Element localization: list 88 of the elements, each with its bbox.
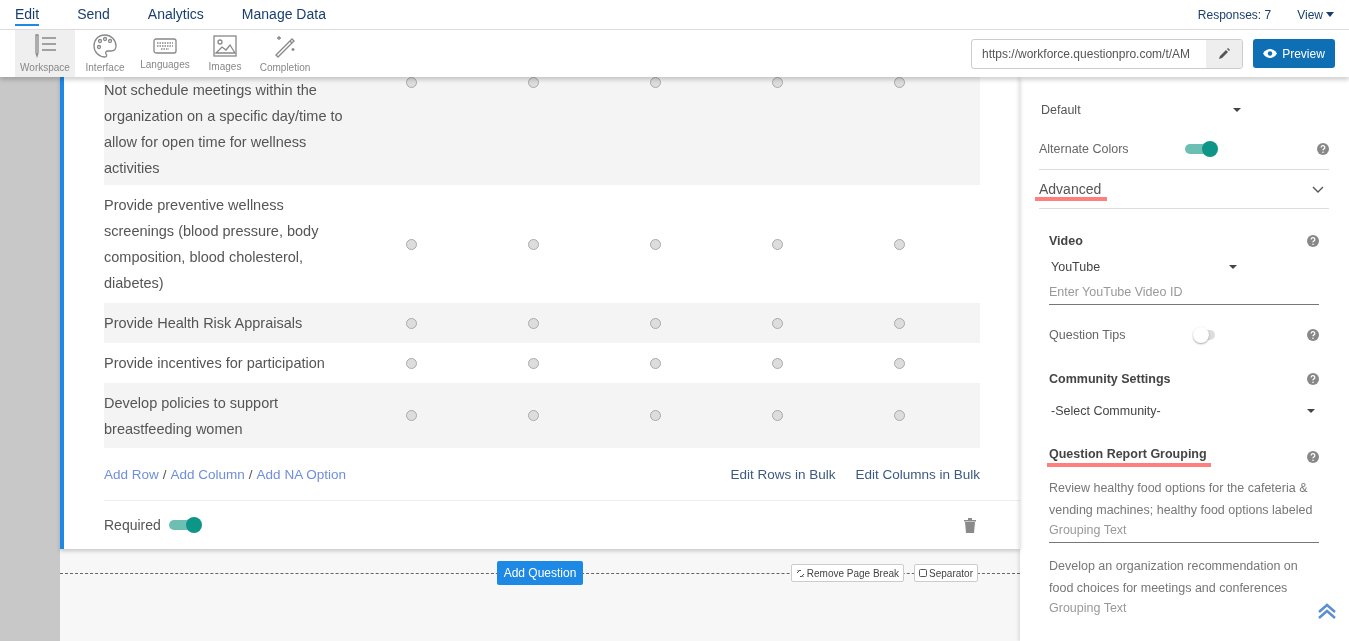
menu-tab[interactable]: Edit — [15, 3, 40, 26]
wand-icon — [273, 34, 297, 58]
radio-button[interactable] — [893, 317, 905, 329]
bulk-edit-link[interactable]: Edit Rows in Bulk — [730, 466, 836, 482]
menu-tab[interactable]: Analytics — [147, 3, 204, 26]
menu-tab[interactable]: Manage Data — [241, 3, 326, 26]
community-dropdown[interactable]: -Select Community- — [1049, 393, 1319, 429]
toolbar-button[interactable]: Completion — [255, 30, 315, 77]
remove-page-break-button[interactable]: Remove Page Break — [790, 564, 905, 582]
radio-button[interactable] — [771, 77, 783, 88]
trash-icon[interactable] — [964, 517, 976, 533]
video-id-field[interactable]: Enter YouTube Video ID — [1049, 279, 1319, 305]
alternate-colors-toggle[interactable] — [1185, 144, 1215, 154]
radio-button[interactable] — [771, 317, 783, 329]
grouping-item-text: Develop an organization recommendation on food choices for meetings and conferences — [1049, 558, 1299, 597]
eye-icon — [1263, 49, 1278, 58]
radio-button[interactable] — [405, 357, 417, 369]
radio-button[interactable] — [527, 238, 539, 250]
radio-button[interactable] — [527, 317, 539, 329]
grouping-text-field[interactable]: Grouping Text — [1049, 595, 1319, 621]
menu-tab[interactable]: Send — [77, 3, 110, 26]
radio-button[interactable] — [893, 77, 905, 88]
toolbar-button[interactable]: Images — [195, 30, 255, 77]
grouping-text-field[interactable]: Grouping Text — [1049, 517, 1319, 543]
palette-icon — [93, 34, 117, 58]
radio-button[interactable] — [893, 238, 905, 250]
row-label: Provide preventive wellness screenings (blood pressure, body composition, blood cholesterol, diabetes) — [104, 196, 320, 293]
list-icon — [32, 34, 58, 58]
add-question-button[interactable]: Add Question — [496, 561, 584, 585]
radio-button[interactable] — [649, 77, 661, 88]
square-icon — [919, 569, 928, 577]
separator-button[interactable]: Separator — [914, 564, 978, 582]
survey-url-field[interactable]: https://workforce.questionpro.com/t/AM — [971, 38, 1243, 69]
radio-button[interactable] — [893, 410, 905, 421]
section-title: Question Report Grouping — [1047, 447, 1211, 467]
scroll-to-top-icon[interactable] — [1317, 603, 1337, 619]
radio-button[interactable] — [405, 238, 417, 250]
view-menu[interactable]: View — [1297, 7, 1334, 22]
radio-button[interactable] — [649, 317, 661, 329]
preview-button[interactable]: Preview — [1253, 39, 1335, 68]
row-order-dropdown[interactable]: Default — [1039, 103, 1241, 117]
radio-button[interactable] — [771, 357, 783, 369]
radio-button[interactable] — [893, 357, 905, 369]
help-icon[interactable] — [1317, 143, 1329, 155]
help-icon[interactable] — [1307, 235, 1319, 247]
toolbar-button[interactable]: Interface — [75, 30, 135, 77]
caret-icon — [1233, 108, 1241, 112]
radio-button[interactable] — [405, 410, 417, 421]
radio-button[interactable] — [649, 410, 661, 421]
radio-button[interactable] — [649, 238, 661, 250]
radio-button[interactable] — [771, 238, 783, 250]
required-toggle[interactable] — [168, 520, 199, 530]
help-icon[interactable] — [1307, 329, 1319, 341]
edit-url-button[interactable] — [1206, 39, 1242, 68]
grouping-item-text: Review healthy food options for the cafeteria & vending machines; healthy food options labeled — [1049, 480, 1314, 519]
caret-icon — [1229, 265, 1237, 269]
setting-label: Question Tips — [1049, 328, 1127, 342]
row-label: Provide incentives for participation — [104, 354, 326, 373]
link-separator: / — [248, 466, 253, 482]
question-tips-toggle[interactable] — [1195, 330, 1215, 340]
section-title: Community Settings — [1049, 372, 1171, 386]
row-label: Provide Health Risk Appraisals — [104, 314, 304, 333]
help-icon[interactable] — [1307, 451, 1319, 463]
chevron-icon — [1312, 185, 1324, 193]
link-separator: / — [162, 466, 167, 482]
radio-button[interactable] — [527, 410, 539, 421]
radio-button[interactable] — [405, 77, 417, 88]
radio-button[interactable] — [527, 357, 539, 369]
responses-count: Responses: 7 — [1197, 7, 1272, 22]
caret-icon — [1307, 409, 1315, 413]
bulk-edit-link[interactable]: Edit Columns in Bulk — [855, 466, 980, 482]
row-label: Not schedule meetings within the organization on a specific day/time to allow for open time for wellness activities — [104, 81, 344, 178]
video-source-dropdown[interactable]: YouTube — [1049, 255, 1237, 279]
image-icon — [213, 35, 237, 57]
radio-button[interactable] — [527, 77, 539, 88]
required-label: Required — [104, 517, 161, 533]
toolbar-button[interactable]: Languages — [135, 30, 195, 77]
pencil-icon — [1218, 48, 1230, 59]
keyboard-icon — [153, 37, 177, 55]
radio-button[interactable] — [649, 357, 661, 369]
section-title: Video — [1049, 234, 1083, 248]
help-icon[interactable] — [1307, 373, 1319, 385]
caret-icon — [1326, 12, 1334, 17]
row-label: Develop policies to support breastfeeding women — [104, 393, 280, 439]
setting-label: Alternate Colors — [1039, 142, 1130, 156]
radio-button[interactable] — [771, 410, 783, 421]
radio-button[interactable] — [405, 317, 417, 329]
unlink-icon — [795, 568, 805, 578]
